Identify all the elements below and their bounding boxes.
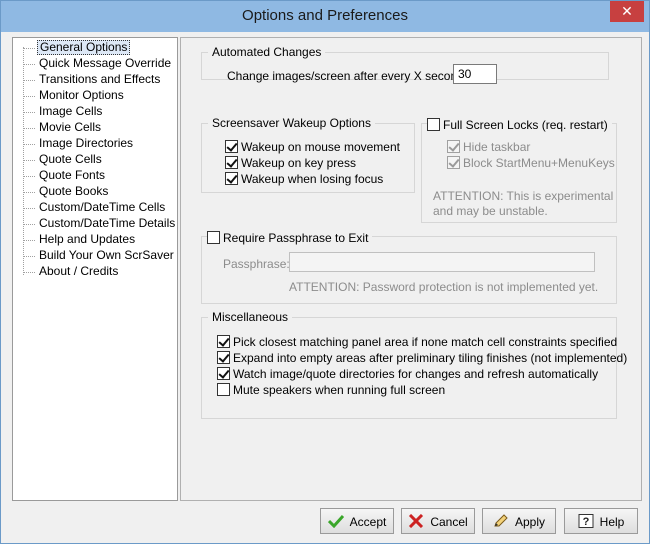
group-title: Miscellaneous — [208, 310, 293, 324]
cancel-label: Cancel — [430, 514, 468, 529]
tree-item-label: Image Directories — [39, 136, 134, 150]
client-area: General Options Quick Message Override T… — [8, 32, 642, 538]
change-interval-input[interactable]: 30 — [453, 64, 497, 84]
checkbox-label: Mute speakers when running full screen — [233, 382, 446, 397]
title-bar[interactable]: Options and Preferences ✕ — [1, 1, 649, 32]
passphrase-attention: ATTENTION: Password protection is not im… — [289, 280, 599, 294]
checkbox-box[interactable] — [427, 118, 440, 132]
pencil-icon — [494, 514, 508, 527]
options-tree: General Options Quick Message Override T… — [12, 37, 178, 501]
tree-item-label: Movie Cells — [39, 120, 102, 134]
checkmark-icon — [327, 514, 344, 528]
pick-closest-panel-checkbox[interactable]: Pick closest matching panel area if none… — [217, 334, 617, 350]
full-screen-locks-checkbox[interactable]: Full Screen Locks (req. restart) — [427, 117, 612, 133]
close-icon: ✕ — [621, 3, 633, 19]
window-title: Options and Preferences — [242, 7, 408, 24]
tree-item-label: Custom/DateTime Details — [39, 216, 176, 230]
tree-item-label: Quote Cells — [39, 152, 102, 166]
expand-empty-areas-checkbox[interactable]: Expand into empty areas after preliminar… — [217, 350, 627, 366]
block-startmenu-checkbox[interactable]: Block StartMenu+MenuKeys — [447, 155, 615, 171]
checkbox-box[interactable] — [207, 231, 220, 245]
apply-label: Apply — [514, 514, 546, 529]
options-window: Options and Preferences ✕ General Option… — [0, 0, 650, 544]
x-mark-icon — [409, 513, 424, 528]
checkbox-box[interactable] — [217, 335, 230, 349]
checkbox-label: Pick closest matching panel area if none… — [233, 334, 618, 349]
tree-item-label: Quote Books — [39, 184, 109, 198]
wakeup-focus-checkbox[interactable]: Wakeup when losing focus — [225, 171, 383, 187]
checkbox-label: Wakeup on mouse movement — [241, 139, 400, 154]
help-label: Help — [599, 514, 625, 529]
tree-item-label: Image Cells — [39, 104, 103, 118]
apply-button[interactable]: Apply — [482, 508, 556, 534]
tree-item-label: Quote Fonts — [39, 168, 106, 182]
cancel-button[interactable]: Cancel — [401, 508, 475, 534]
checkbox-label: Block StartMenu+MenuKeys — [463, 155, 615, 170]
change-interval-label: Change images/screen after every X secon… — [227, 69, 474, 83]
tree-item-label: Custom/DateTime Cells — [39, 200, 166, 214]
tree-item-label: Transitions and Effects — [39, 72, 161, 86]
accept-button[interactable]: Accept — [320, 508, 394, 534]
help-icon: ? — [578, 513, 594, 528]
hide-taskbar-checkbox[interactable]: Hide taskbar — [447, 139, 530, 155]
tree-item-label: Build Your Own ScrSaver — [39, 248, 174, 262]
svg-text:?: ? — [582, 516, 589, 528]
checkbox-box[interactable] — [217, 383, 230, 397]
close-button[interactable]: ✕ — [610, 1, 644, 22]
passphrase-label: Passphrase: — [223, 257, 290, 271]
tree-item-label: Monitor Options — [39, 88, 124, 102]
passphrase-input[interactable] — [289, 252, 595, 272]
general-options-panel: Automated Changes Change images/screen a… — [180, 37, 642, 501]
checkbox-label: Wakeup on key press — [241, 155, 356, 170]
accept-label: Accept — [349, 514, 387, 529]
fullscreen-attention-line1: ATTENTION: This is experimental — [433, 189, 614, 203]
group-title: Automated Changes — [208, 45, 326, 59]
tree-item-label: Quick Message Override — [39, 56, 172, 70]
checkbox-label: Watch image/quote directories for change… — [233, 366, 599, 381]
checkbox-label: Full Screen Locks (req. restart) — [443, 117, 608, 132]
checkbox-box[interactable] — [217, 367, 230, 381]
tree-item-label: General Options — [37, 40, 131, 55]
checkbox-label: Wakeup when losing focus — [241, 171, 384, 186]
checkbox-box[interactable] — [217, 351, 230, 365]
group-title: Screensaver Wakeup Options — [208, 116, 375, 130]
checkbox-box[interactable] — [225, 156, 238, 170]
tree-item-label: Help and Updates — [39, 232, 136, 246]
fullscreen-attention-line2: and may be unstable. — [433, 204, 548, 218]
checkbox-box[interactable] — [447, 140, 460, 154]
checkbox-box[interactable] — [225, 140, 238, 154]
mute-speakers-checkbox[interactable]: Mute speakers when running full screen — [217, 382, 445, 398]
tree-item-label: About / Credits — [39, 264, 119, 278]
wakeup-mouse-checkbox[interactable]: Wakeup on mouse movement — [225, 139, 400, 155]
watch-directories-checkbox[interactable]: Watch image/quote directories for change… — [217, 366, 598, 382]
checkbox-label: Require Passphrase to Exit — [223, 230, 369, 245]
help-button[interactable]: ? Help — [564, 508, 638, 534]
require-passphrase-checkbox[interactable]: Require Passphrase to Exit — [207, 230, 373, 246]
checkbox-label: Hide taskbar — [463, 139, 531, 154]
checkbox-box[interactable] — [225, 172, 238, 186]
checkbox-label: Expand into empty areas after preliminar… — [233, 350, 628, 365]
wakeup-key-checkbox[interactable]: Wakeup on key press — [225, 155, 356, 171]
checkbox-box[interactable] — [447, 156, 460, 170]
